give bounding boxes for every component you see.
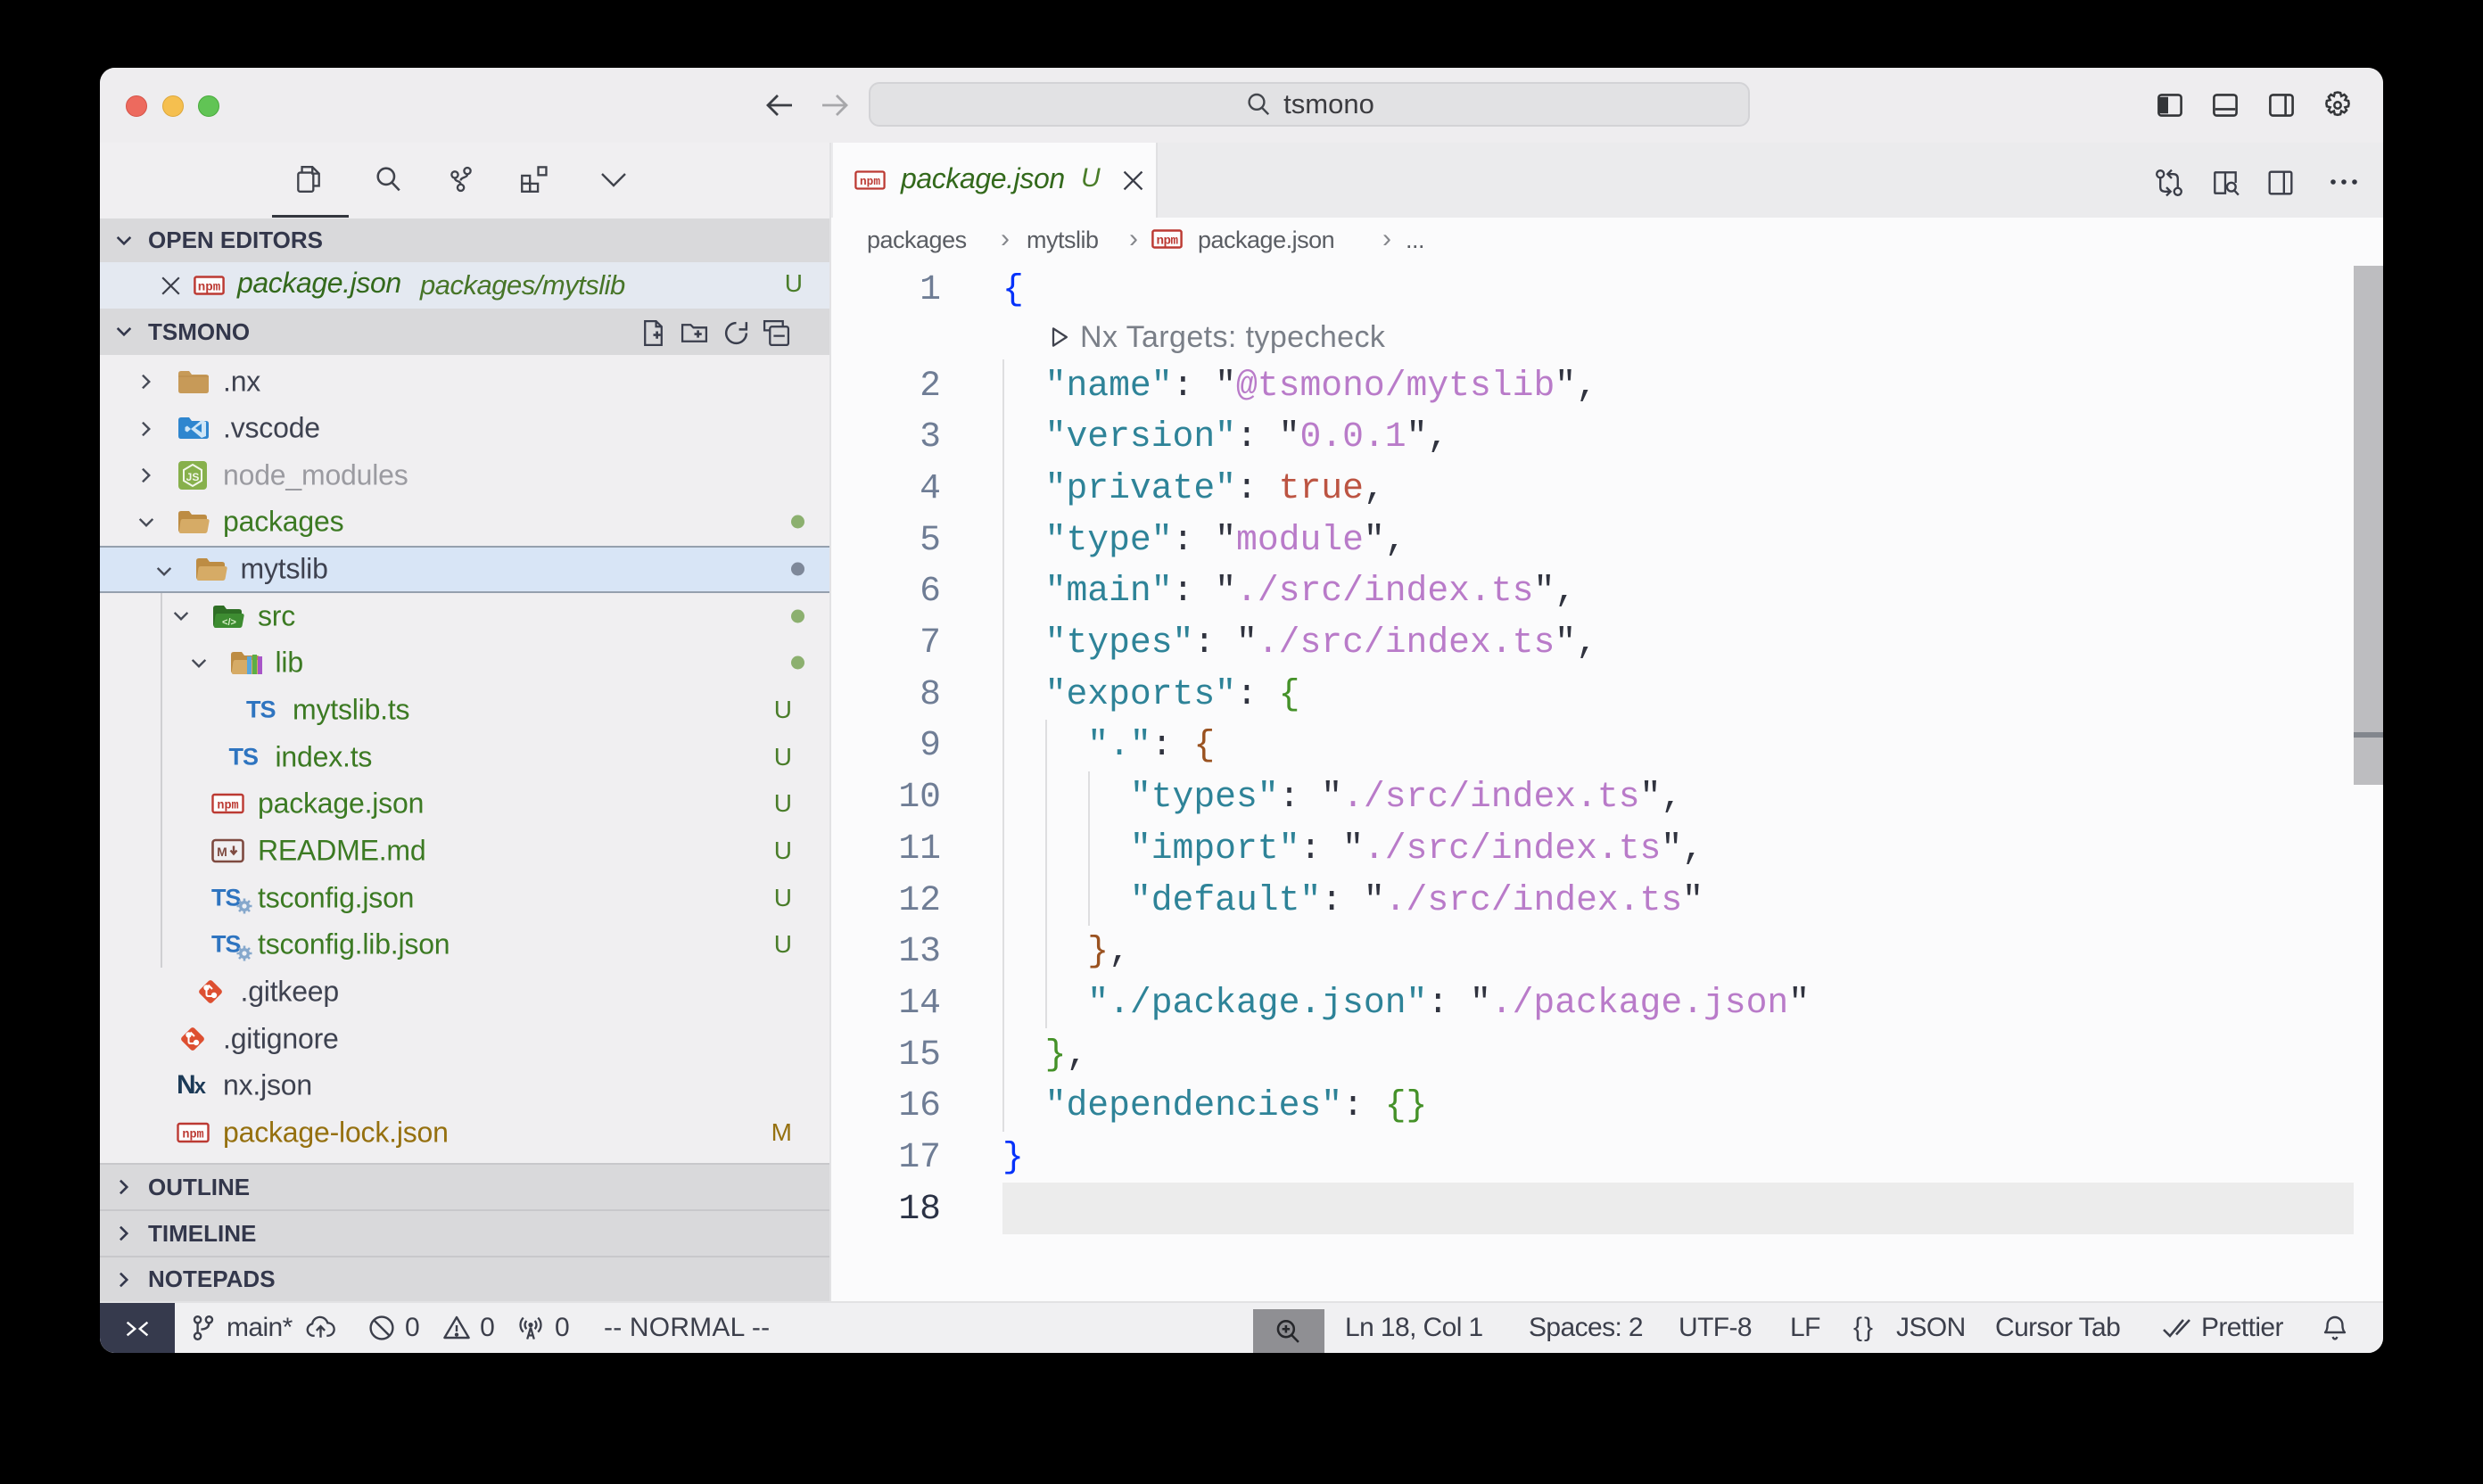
svg-text:JS: JS <box>186 471 200 483</box>
svg-text:npm: npm <box>198 281 221 295</box>
svg-text:npm: npm <box>182 1128 203 1142</box>
svg-text:M: M <box>217 845 227 859</box>
svg-text:npm: npm <box>860 175 880 188</box>
svg-text:</>: </> <box>222 617 236 628</box>
svg-text:npm: npm <box>217 800 238 813</box>
svg-text:npm: npm <box>1156 235 1177 249</box>
